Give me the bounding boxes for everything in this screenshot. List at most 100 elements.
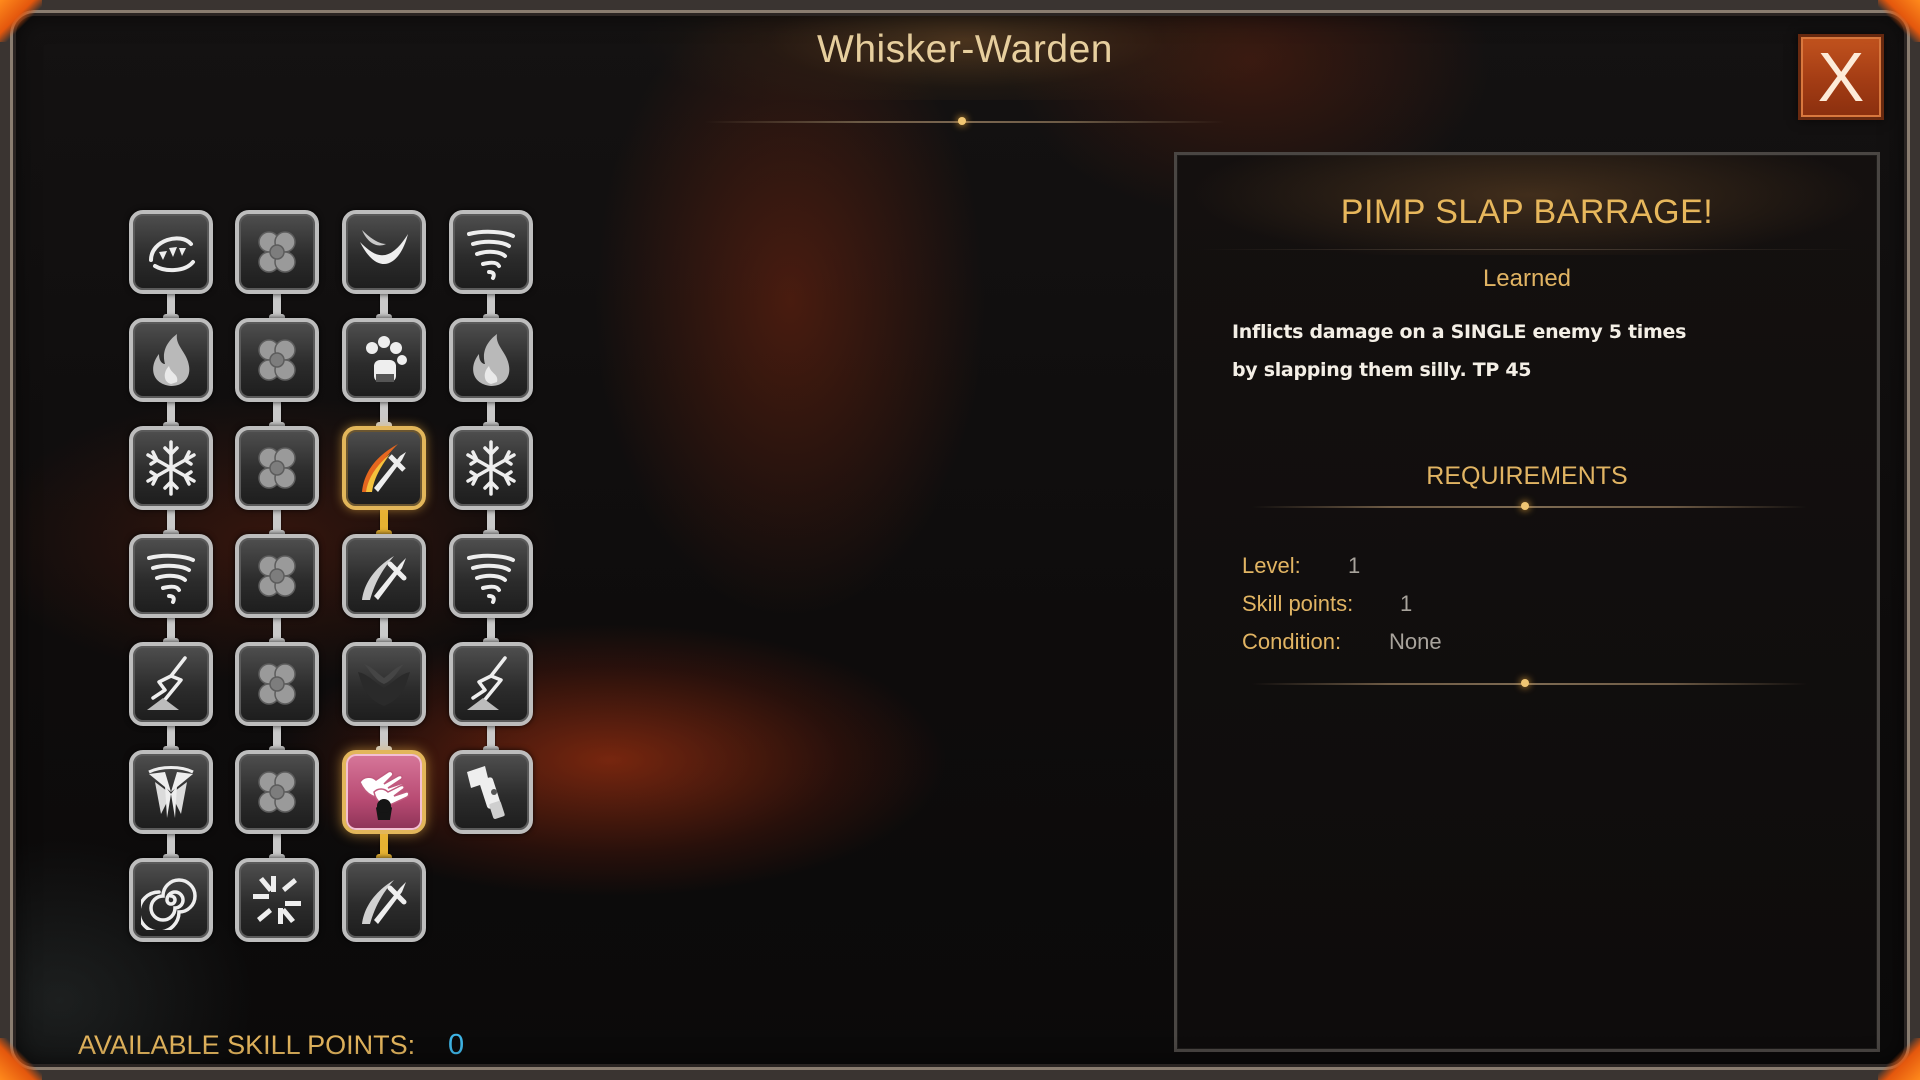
skill-connector [163, 616, 179, 646]
requirements-title: REQUIREMENTS [1426, 462, 1628, 490]
skill-slot[interactable] [235, 642, 319, 726]
skill-window: Whisker-Warden X PIMP SLAP BARRAGE! Lear… [0, 0, 1920, 1080]
skill-slot[interactable] [129, 210, 213, 294]
skill-slot[interactable] [342, 642, 426, 726]
sword-icon [362, 556, 407, 600]
skill-slot[interactable] [235, 858, 319, 942]
tornado-icon [467, 229, 515, 280]
flashlight-icon [467, 766, 505, 819]
skill-description: Inflicts damage on a SINGLE enemy 5 time… [1232, 313, 1732, 389]
skill-connector [163, 832, 179, 862]
requirements-divider-bottom [1252, 683, 1807, 685]
claw-swipe-icon [360, 230, 408, 265]
skill-slot[interactable] [129, 858, 213, 942]
clover-icon [258, 663, 296, 705]
skill-slot[interactable] [449, 534, 533, 618]
requirement-skill-points: Skill points: 1 [1242, 591, 1412, 617]
skill-connector [269, 508, 285, 538]
fire-sword-icon [362, 444, 406, 492]
skill-connector [269, 616, 285, 646]
skill-slot[interactable] [235, 318, 319, 402]
clover-icon [258, 447, 296, 489]
skill-name-divider [1197, 249, 1857, 250]
lightning-icon [467, 656, 507, 710]
tornado-icon [467, 553, 515, 604]
skill-slot[interactable] [235, 426, 319, 510]
shatter-icon [253, 876, 301, 924]
skill-slot[interactable] [342, 318, 426, 402]
skill-description-line: Inflicts damage on a SINGLE enemy 5 time… [1232, 321, 1687, 343]
paw-glove-icon [366, 336, 407, 382]
corner-ornament [1878, 0, 1920, 42]
bite-icon [149, 236, 195, 273]
skill-connector [163, 724, 179, 754]
skill-slot[interactable] [129, 642, 213, 726]
skill-slot[interactable] [235, 210, 319, 294]
skill-connector [376, 616, 392, 646]
skill-name: PIMP SLAP BARRAGE! [1340, 193, 1714, 231]
skill-slot[interactable] [342, 750, 426, 834]
skill-connector [163, 508, 179, 538]
skill-connector [269, 292, 285, 322]
skill-connector [483, 400, 499, 430]
skill-slot[interactable] [129, 534, 213, 618]
requirement-level-value: 1 [1348, 553, 1361, 578]
skill-connector [483, 616, 499, 646]
spiral-icon [141, 878, 197, 930]
skill-connector [376, 724, 392, 754]
available-skill-points-value: 0 [448, 1029, 465, 1061]
skill-slot[interactable] [342, 534, 426, 618]
skill-slot[interactable] [235, 750, 319, 834]
skill-connector [483, 292, 499, 322]
skill-slot[interactable] [449, 318, 533, 402]
requirement-condition-label: Condition: [1242, 629, 1342, 654]
skill-connector [269, 400, 285, 430]
slap-hands-icon [359, 770, 410, 820]
skill-slot[interactable] [129, 750, 213, 834]
close-button[interactable]: X [1798, 34, 1884, 120]
skill-slot[interactable] [449, 750, 533, 834]
sword-icon [362, 880, 407, 924]
skill-slot[interactable] [449, 642, 533, 726]
lightning-icon [147, 656, 187, 710]
requirement-level: Level: 1 [1242, 553, 1360, 579]
skill-slot[interactable] [129, 318, 213, 402]
requirements-divider-top [1252, 506, 1807, 508]
skill-slot[interactable] [129, 426, 213, 510]
skill-connector [376, 400, 392, 430]
requirement-level-label: Level: [1242, 553, 1301, 578]
skill-connector [376, 508, 392, 538]
skill-tree [0, 0, 1100, 1080]
skill-connector [163, 400, 179, 430]
bat-icon [358, 664, 410, 706]
flame-icon [153, 334, 190, 386]
skill-connector [376, 832, 392, 862]
requirement-condition-value: None [1389, 629, 1442, 654]
skill-status: Learned [1482, 265, 1572, 292]
skill-slot[interactable] [449, 426, 533, 510]
skill-connector [483, 724, 499, 754]
skill-slot[interactable] [342, 858, 426, 942]
requirement-skill-points-value: 1 [1400, 591, 1413, 616]
requirement-skill-points-label: Skill points: [1242, 591, 1354, 616]
corner-ornament [1878, 1038, 1920, 1080]
snowflake-icon [146, 440, 196, 496]
skill-connector [163, 292, 179, 322]
skill-slot[interactable] [342, 210, 426, 294]
skill-slot[interactable] [449, 210, 533, 294]
skill-slot[interactable] [235, 534, 319, 618]
snowflake-icon [466, 440, 516, 496]
requirements-divider-gem [1521, 502, 1529, 510]
skill-detail-panel: PIMP SLAP BARRAGE! Learned Inflicts dama… [1174, 152, 1880, 1052]
requirements-divider-gem [1521, 679, 1529, 687]
skill-slot[interactable] [342, 426, 426, 510]
requirement-condition: Condition: None [1242, 629, 1442, 655]
skill-connector [376, 292, 392, 322]
skill-connector [269, 832, 285, 862]
skill-connector [269, 724, 285, 754]
flame-icon [473, 334, 510, 386]
clover-icon [258, 555, 296, 597]
available-skill-points-label: AVAILABLE SKILL POINTS: [78, 1030, 416, 1060]
clover-icon [258, 771, 296, 813]
skill-connector [483, 508, 499, 538]
